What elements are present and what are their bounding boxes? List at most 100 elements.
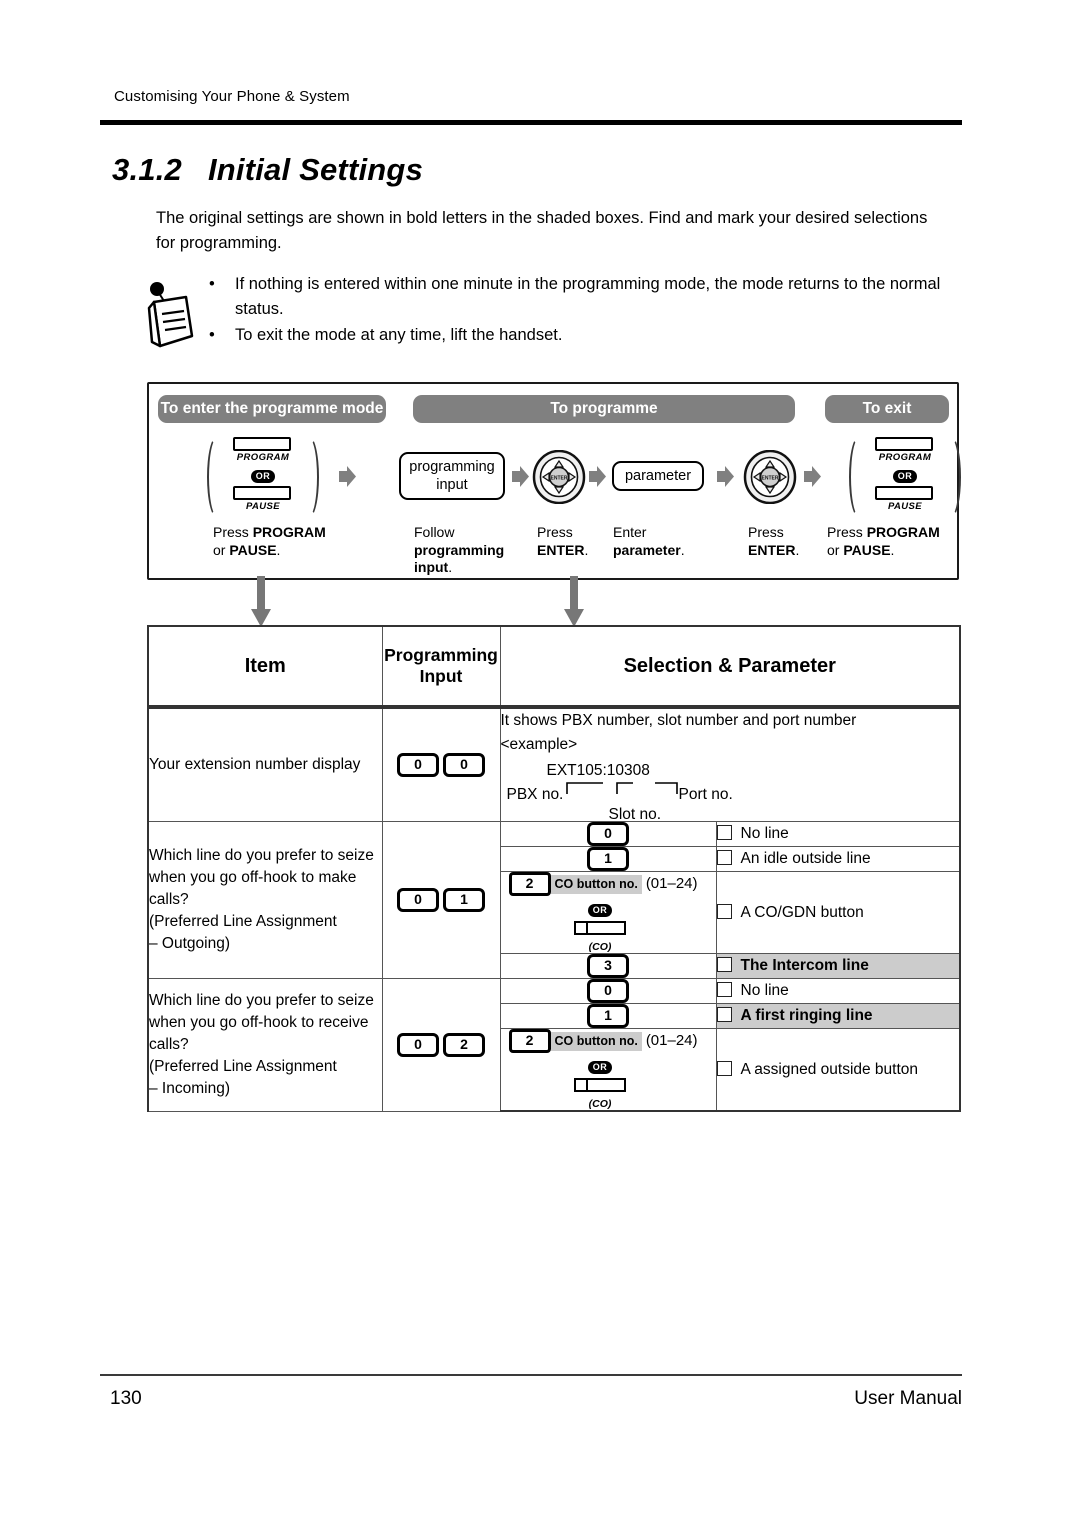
program-key-label: PROGRAM	[236, 452, 290, 463]
flow-arrow-icon	[512, 466, 529, 487]
digit-key: 2	[508, 872, 551, 896]
program-key	[233, 437, 291, 451]
checkbox[interactable]	[716, 825, 732, 840]
or-badge: OR	[892, 470, 918, 483]
bullet-glyph: •	[209, 326, 215, 344]
option-no-line-incoming[interactable]: No line	[715, 978, 962, 1004]
header-programming-input-line1: Programming	[384, 645, 498, 665]
note-list: • If nothing is entered within one minut…	[205, 272, 955, 349]
option-code-cell: 3	[499, 953, 717, 979]
co-button-glyph: (CO)	[485, 921, 716, 953]
checkbox[interactable]	[716, 850, 732, 865]
caption-bold: ENTER	[537, 541, 585, 558]
option-first-ringing-line-default[interactable]: A first ringing line	[715, 1003, 962, 1029]
caption-bold: PAUSE	[229, 541, 277, 558]
item-line3: – Incoming)	[149, 1079, 230, 1097]
banner-to-exit: To exit	[825, 395, 949, 423]
header-selection-parameter: Selection & Parameter	[499, 625, 962, 709]
footer-label: User Manual	[854, 1388, 962, 1409]
caption-tail: .	[680, 541, 685, 558]
digit-key: 0	[443, 753, 485, 777]
digit-key: 2	[508, 1029, 551, 1053]
section-number: 3.1.2	[112, 152, 182, 187]
caption-bold: parameter	[613, 541, 681, 558]
or-separator: OR	[849, 466, 961, 484]
item-line2: (Preferred Line Assignment	[149, 913, 337, 930]
digit-key: 0	[397, 1032, 439, 1057]
caption-bold: PAUSE	[843, 541, 891, 558]
table-row: Which line do you prefer to seize when y…	[147, 821, 962, 979]
header-rule	[100, 120, 962, 127]
checkbox[interactable]	[716, 957, 732, 972]
note-item: • If nothing is entered within one minut…	[205, 272, 955, 322]
example-label: <example>	[500, 736, 578, 753]
header-programming-input-line2: Input	[419, 666, 463, 686]
row-programming-input-01: 01	[381, 821, 501, 979]
option-intercom-line-default[interactable]: The Intercom line	[715, 953, 962, 979]
option-label: A first ringing line	[740, 1007, 873, 1024]
digit-key: 2	[443, 1032, 485, 1057]
digit-key: 1	[587, 1004, 629, 1028]
co-button-caption: (CO)	[588, 1098, 612, 1110]
checkbox[interactable]	[716, 1007, 732, 1022]
footer-rule	[100, 1374, 962, 1376]
procedure-diagram: To enter the programme mode To programme…	[147, 382, 961, 580]
option-code-cell-co: 2 CO button no. (01–24) OR (CO)	[499, 1028, 717, 1112]
note-item-text: To exit the mode at any time, lift the h…	[235, 326, 563, 344]
caption-text: Press	[827, 524, 867, 540]
checkbox[interactable]	[716, 903, 732, 919]
row-programming-input-02: 02	[381, 978, 501, 1112]
option-label: No line	[740, 825, 789, 842]
caption-press-program-or-pause-exit: Press PROGRAM or PAUSE.	[827, 524, 959, 559]
row-programming-input-00: 00	[381, 706, 501, 822]
digit-key: 1	[443, 888, 485, 912]
or-separator: OR	[485, 900, 716, 918]
link-down-arrow-icon	[250, 576, 272, 628]
digit-key: 3	[587, 954, 629, 978]
option-label: An idle outside line	[740, 850, 871, 867]
co-button-glyph: (CO)	[485, 1078, 716, 1110]
or-badge: OR	[587, 904, 613, 917]
row-item-preferred-line-incoming: Which line do you prefer to seize when y…	[147, 978, 383, 1112]
caption-text: Press	[537, 524, 573, 540]
option-idle-outside-line[interactable]: An idle outside line	[715, 846, 962, 872]
caption-tail: .	[276, 541, 281, 558]
footer-page-number: 130	[110, 1388, 142, 1409]
digit-key: 1	[587, 847, 629, 871]
parameter-label: parameter	[624, 468, 692, 484]
banner-enter-programme-mode: To enter the programme mode	[158, 395, 386, 423]
pause-key	[875, 486, 933, 500]
option-assigned-outside-button[interactable]: A assigned outside button	[715, 1028, 962, 1112]
option-code-cell: 0	[499, 978, 717, 1004]
option-co-gdn-button[interactable]: A CO/GDN button	[715, 871, 962, 954]
caption-bold: PROGRAM	[252, 524, 326, 540]
selection-description: It shows PBX number, slot number and por…	[500, 712, 857, 729]
co-button-no-tag: CO button no.	[550, 1032, 642, 1052]
item-line1: Which line do you prefer to seize when y…	[149, 847, 374, 908]
caption-text: Press	[748, 524, 784, 540]
checkbox[interactable]	[716, 982, 732, 997]
caption-press-enter-1: Press ENTER.	[537, 524, 607, 559]
option-label: No line	[740, 982, 789, 999]
table-row: Which line do you prefer to seize when y…	[147, 978, 962, 1112]
co-button-caption: (CO)	[588, 941, 612, 953]
caption-text: Follow	[414, 524, 455, 540]
caption-bold: PROGRAM	[866, 524, 940, 540]
or-badge: OR	[250, 470, 276, 483]
pause-key-label: PAUSE	[887, 501, 923, 512]
program-key	[875, 437, 933, 451]
caption-text: or	[213, 541, 230, 558]
option-no-line[interactable]: No line	[715, 821, 962, 847]
row-item-preferred-line-outgoing: Which line do you prefer to seize when y…	[147, 821, 383, 979]
header-programming-input: Programming Input	[381, 625, 501, 709]
checkbox[interactable]	[716, 1060, 732, 1076]
co-button-no-tag: CO button no.	[550, 875, 642, 895]
step-exit-program-pause-keys: PROGRAM OR PAUSE	[849, 436, 961, 518]
pause-key-label: PAUSE	[245, 501, 281, 512]
caption-tail: .	[448, 559, 453, 575]
program-key-label: PROGRAM	[878, 452, 932, 463]
option-code-cell: 1	[499, 1003, 717, 1029]
bullet-glyph: •	[209, 275, 215, 293]
flow-arrow-icon	[339, 466, 356, 487]
pause-key	[233, 486, 291, 500]
